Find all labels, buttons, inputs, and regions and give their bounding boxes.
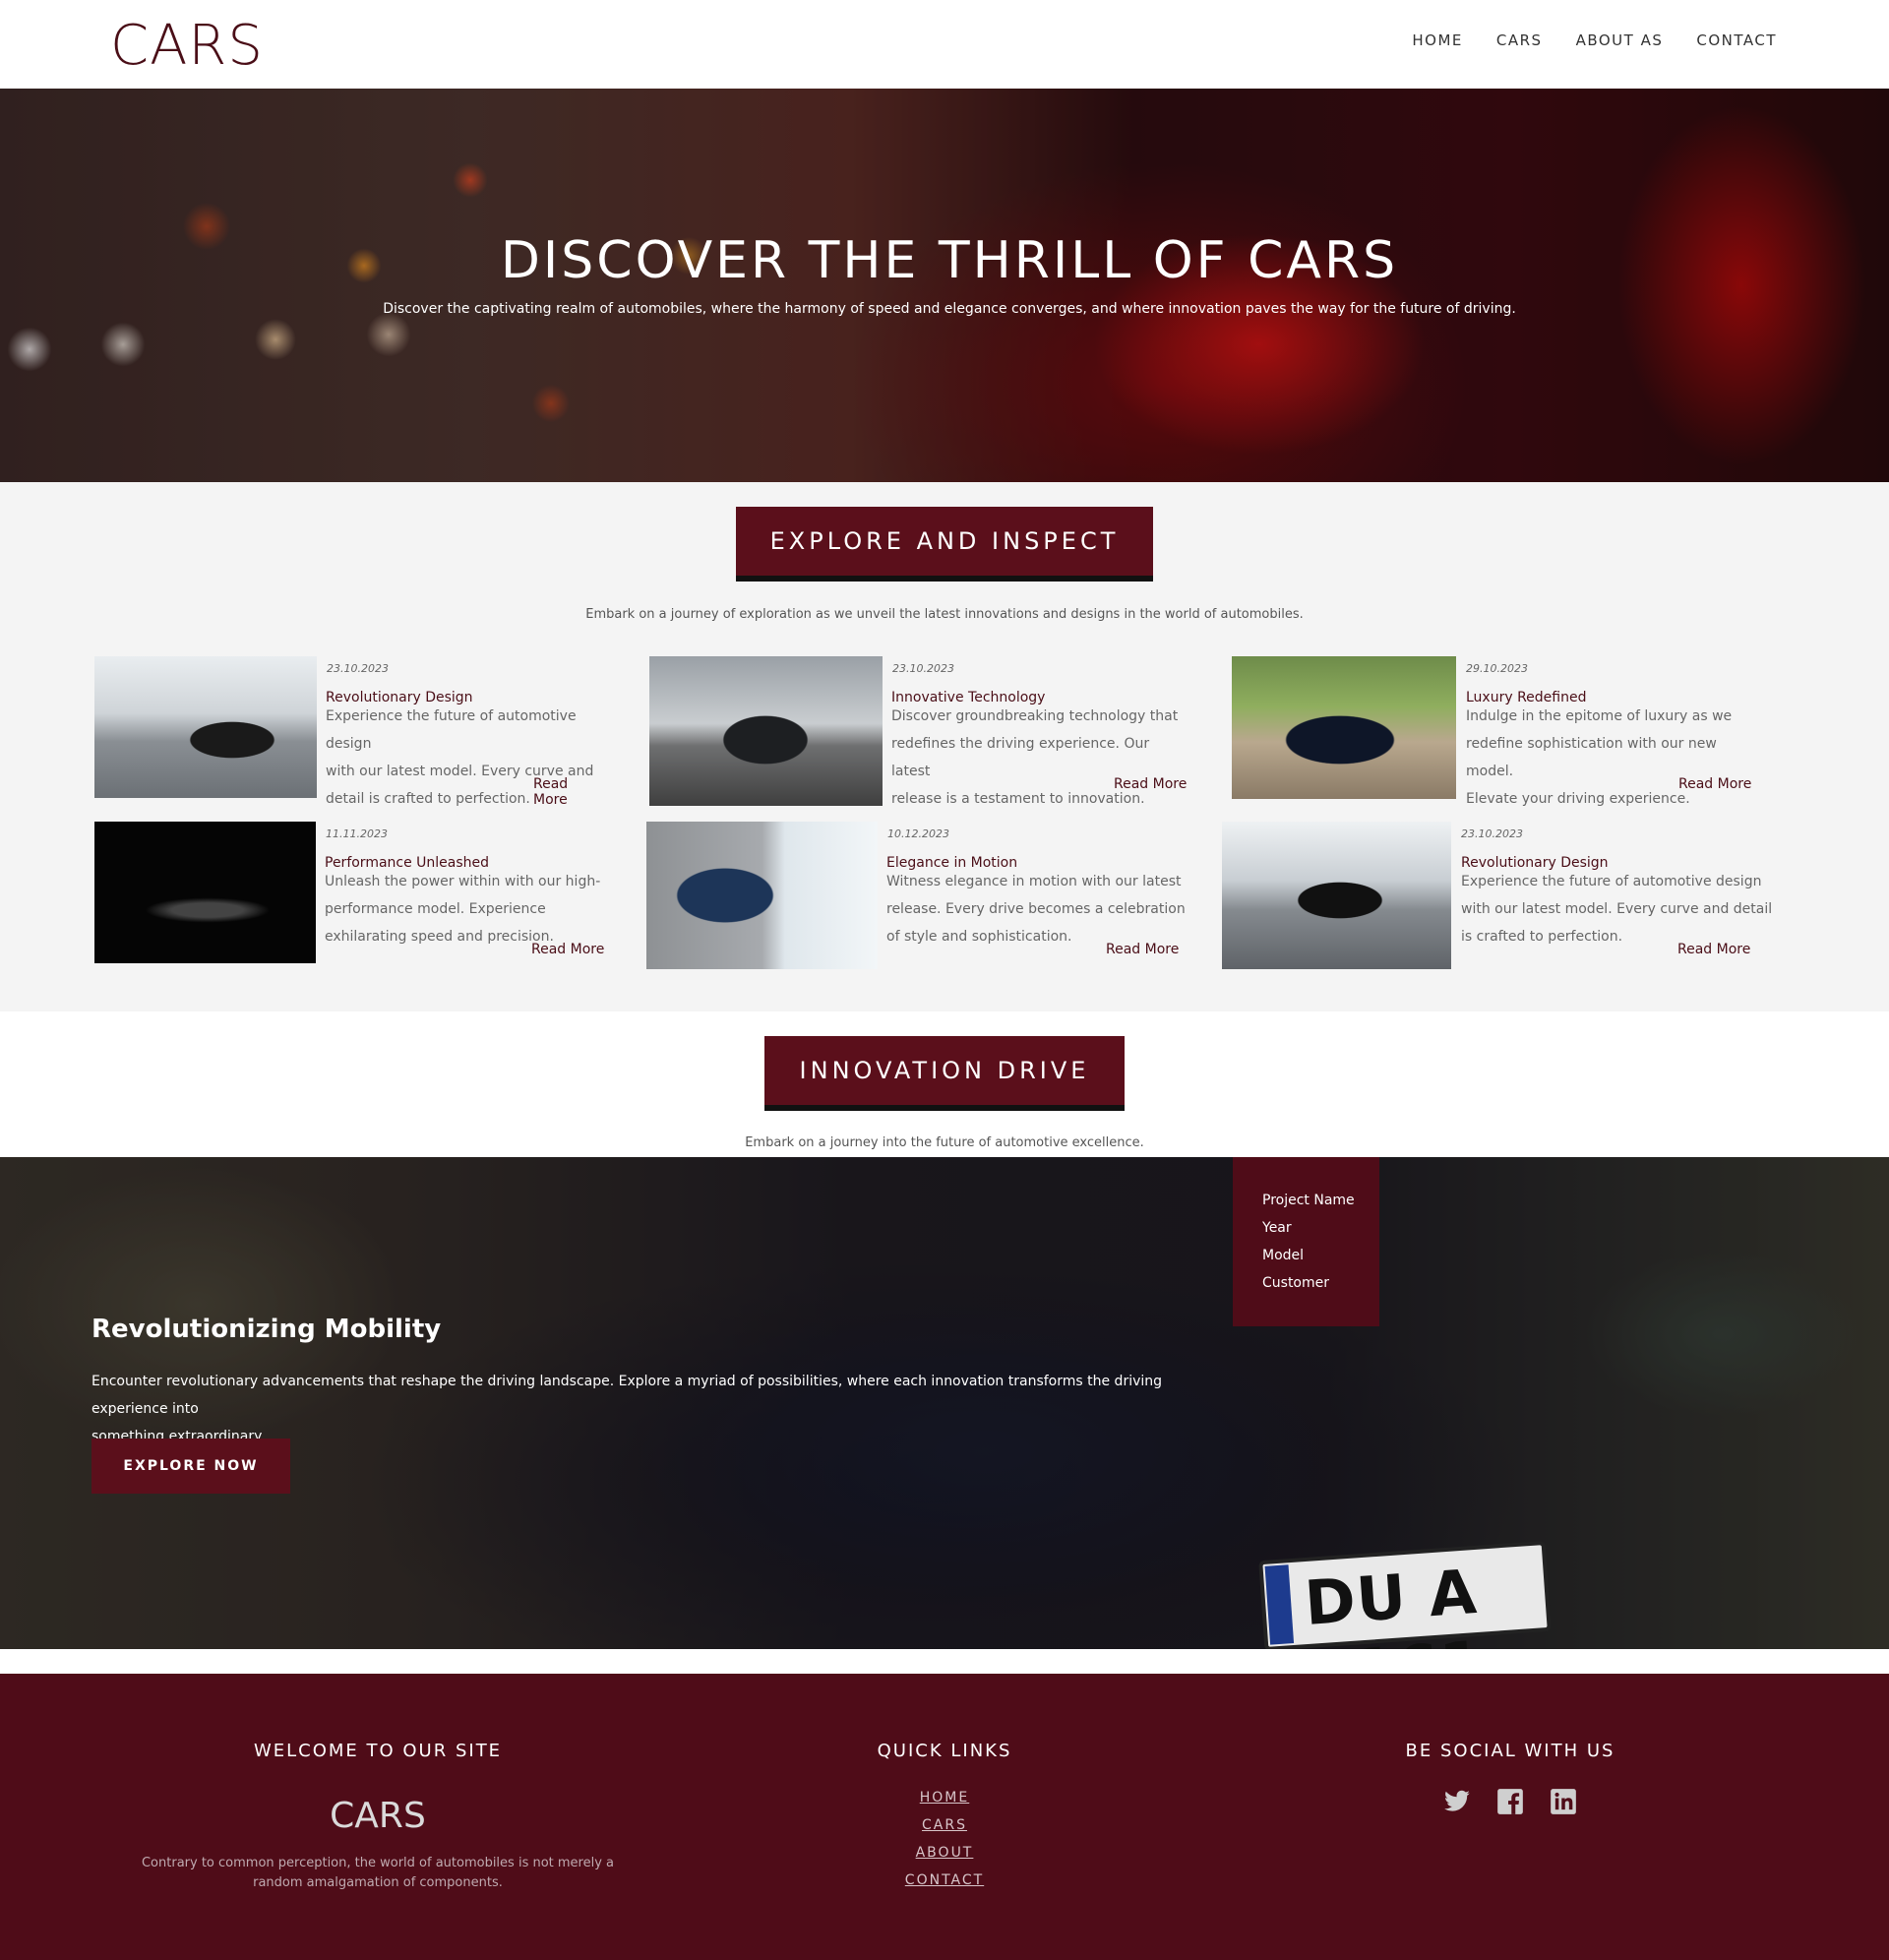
nav-contact[interactable]: CONTACT — [1696, 31, 1777, 49]
nav-home[interactable]: HOME — [1412, 31, 1463, 49]
quick-links-title: QUICK LINKS — [877, 1741, 1012, 1761]
license-plate: DU A 6161 — [1258, 1540, 1552, 1649]
project-info-box: Project Name Year Model Customer — [1233, 1157, 1379, 1326]
article-card: 29.10.2023 Luxury Redefined Indulge in t… — [1232, 656, 1763, 814]
read-more-link[interactable]: Read More — [531, 942, 604, 957]
footer-logo[interactable]: CARS — [0, 1796, 756, 1836]
card-description: Discover groundbreaking technology that … — [891, 703, 1190, 813]
card-image[interactable] — [649, 656, 883, 806]
twitter-icon[interactable] — [1443, 1788, 1471, 1815]
card-date: 23.10.2023 — [892, 662, 954, 675]
article-card: 11.11.2023 Performance Unleashed Unleash… — [94, 822, 606, 979]
site-header: CARS HOME CARS ABOUT AS CONTACT — [0, 0, 1889, 89]
card-description: Unleash the power within with our high- … — [325, 868, 600, 950]
footer-link-home[interactable]: HOME — [846, 1790, 1043, 1806]
article-card: 23.10.2023 Innovative Technology Discove… — [649, 656, 1190, 814]
footer-welcome-title: WELCOME TO OUR SITE — [253, 1741, 503, 1761]
card-desc-line: Experience the future of automotive desi… — [326, 708, 577, 752]
footer-description: Contrary to common perception, the world… — [138, 1854, 618, 1893]
footer-desc-line: Contrary to common perception, the world… — [141, 1856, 615, 1870]
read-more-link[interactable]: Read More — [1678, 776, 1751, 792]
footer-link-cars[interactable]: CARS — [846, 1817, 1043, 1833]
card-image[interactable] — [646, 822, 878, 969]
facebook-icon[interactable] — [1496, 1788, 1524, 1815]
card-desc-line: with our latest model. Every curve and d… — [1461, 901, 1773, 917]
nav-about[interactable]: ABOUT AS — [1576, 31, 1664, 49]
explore-subtitle: Embark on a journey of exploration as we… — [585, 607, 1304, 622]
nav-cars[interactable]: CARS — [1496, 31, 1543, 49]
info-model: Model — [1262, 1248, 1305, 1263]
read-more-link[interactable]: Read More — [533, 776, 606, 808]
hero-title: DISCOVER THE THRILL OF CARS — [500, 231, 1399, 290]
banner-title: Revolutionizing Mobility — [91, 1315, 442, 1344]
card-description: Indulge in the epitome of luxury as we r… — [1466, 703, 1763, 813]
card-desc-line: Unleash the power within with our high- — [325, 874, 601, 889]
banner-desc-line: Encounter revolutionary advancements tha… — [91, 1374, 1163, 1417]
site-footer: WELCOME TO OUR SITE CARS Contrary to com… — [0, 1674, 1889, 1960]
innovation-heading: INNOVATION DRIVE — [764, 1036, 1125, 1111]
innovation-banner: DU A 6161 Project Name Year Model Custom… — [0, 1157, 1889, 1649]
card-date: 11.11.2023 — [326, 827, 388, 840]
explore-now-button[interactable]: EXPLORE NOW — [91, 1439, 290, 1494]
card-description: Witness elegance in motion with our late… — [886, 868, 1186, 950]
hero-subtitle: Discover the captivating realm of automo… — [383, 301, 1516, 317]
main-nav: HOME CARS ABOUT AS CONTACT — [1412, 31, 1777, 49]
eu-flag-strip — [1264, 1564, 1295, 1645]
explore-section: EXPLORE AND INSPECT Embark on a journey … — [0, 482, 1889, 1011]
read-more-link[interactable]: Read More — [1114, 776, 1187, 792]
card-date: 29.10.2023 — [1466, 662, 1528, 675]
card-description: Experience the future of automotive desi… — [1461, 868, 1772, 950]
social-title: BE SOCIAL WITH US — [1405, 1741, 1615, 1761]
card-date: 10.12.2023 — [887, 827, 949, 840]
card-desc-line: performance model. Experience — [325, 901, 546, 917]
card-date: 23.10.2023 — [327, 662, 389, 675]
innovation-subtitle: Embark on a journey into the future of a… — [745, 1135, 1144, 1150]
info-project-name: Project Name — [1262, 1193, 1355, 1208]
explore-heading: EXPLORE AND INSPECT — [736, 507, 1153, 582]
article-card: 10.12.2023 Elegance in Motion Witness el… — [646, 822, 1188, 979]
plate-text: DU A 6161 — [1302, 1555, 1486, 1649]
linkedin-icon[interactable] — [1550, 1788, 1577, 1815]
article-card: 23.10.2023 Revolutionary Design Experien… — [94, 656, 606, 814]
info-year: Year — [1262, 1220, 1292, 1236]
read-more-link[interactable]: Read More — [1677, 942, 1750, 957]
innovation-header: INNOVATION DRIVE Embark on a journey int… — [0, 1011, 1889, 1157]
card-desc-line: release. Every drive becomes a celebrati… — [886, 901, 1186, 917]
footer-link-contact[interactable]: CONTACT — [846, 1872, 1043, 1888]
card-desc-line: Indulge in the epitome of luxury as we — [1466, 708, 1733, 724]
card-desc-line: Experience the future of automotive desi… — [1461, 874, 1762, 889]
footer-desc-line: random amalgamation of components. — [253, 1875, 503, 1890]
card-desc-line: Witness elegance in motion with our late… — [886, 874, 1182, 889]
card-image[interactable] — [94, 822, 316, 963]
hero-banner: DISCOVER THE THRILL OF CARS Discover the… — [0, 89, 1889, 482]
site-logo[interactable]: CARS — [110, 14, 264, 78]
info-customer: Customer — [1262, 1275, 1330, 1291]
card-date: 23.10.2023 — [1461, 827, 1523, 840]
card-image[interactable] — [1232, 656, 1456, 799]
article-card: 23.10.2023 Revolutionary Design Experien… — [1222, 822, 1773, 979]
card-image[interactable] — [1222, 822, 1451, 969]
card-image[interactable] — [94, 656, 317, 798]
read-more-link[interactable]: Read More — [1106, 942, 1179, 957]
footer-link-about[interactable]: ABOUT — [846, 1845, 1043, 1861]
card-desc-line: Discover groundbreaking technology that — [891, 708, 1179, 724]
